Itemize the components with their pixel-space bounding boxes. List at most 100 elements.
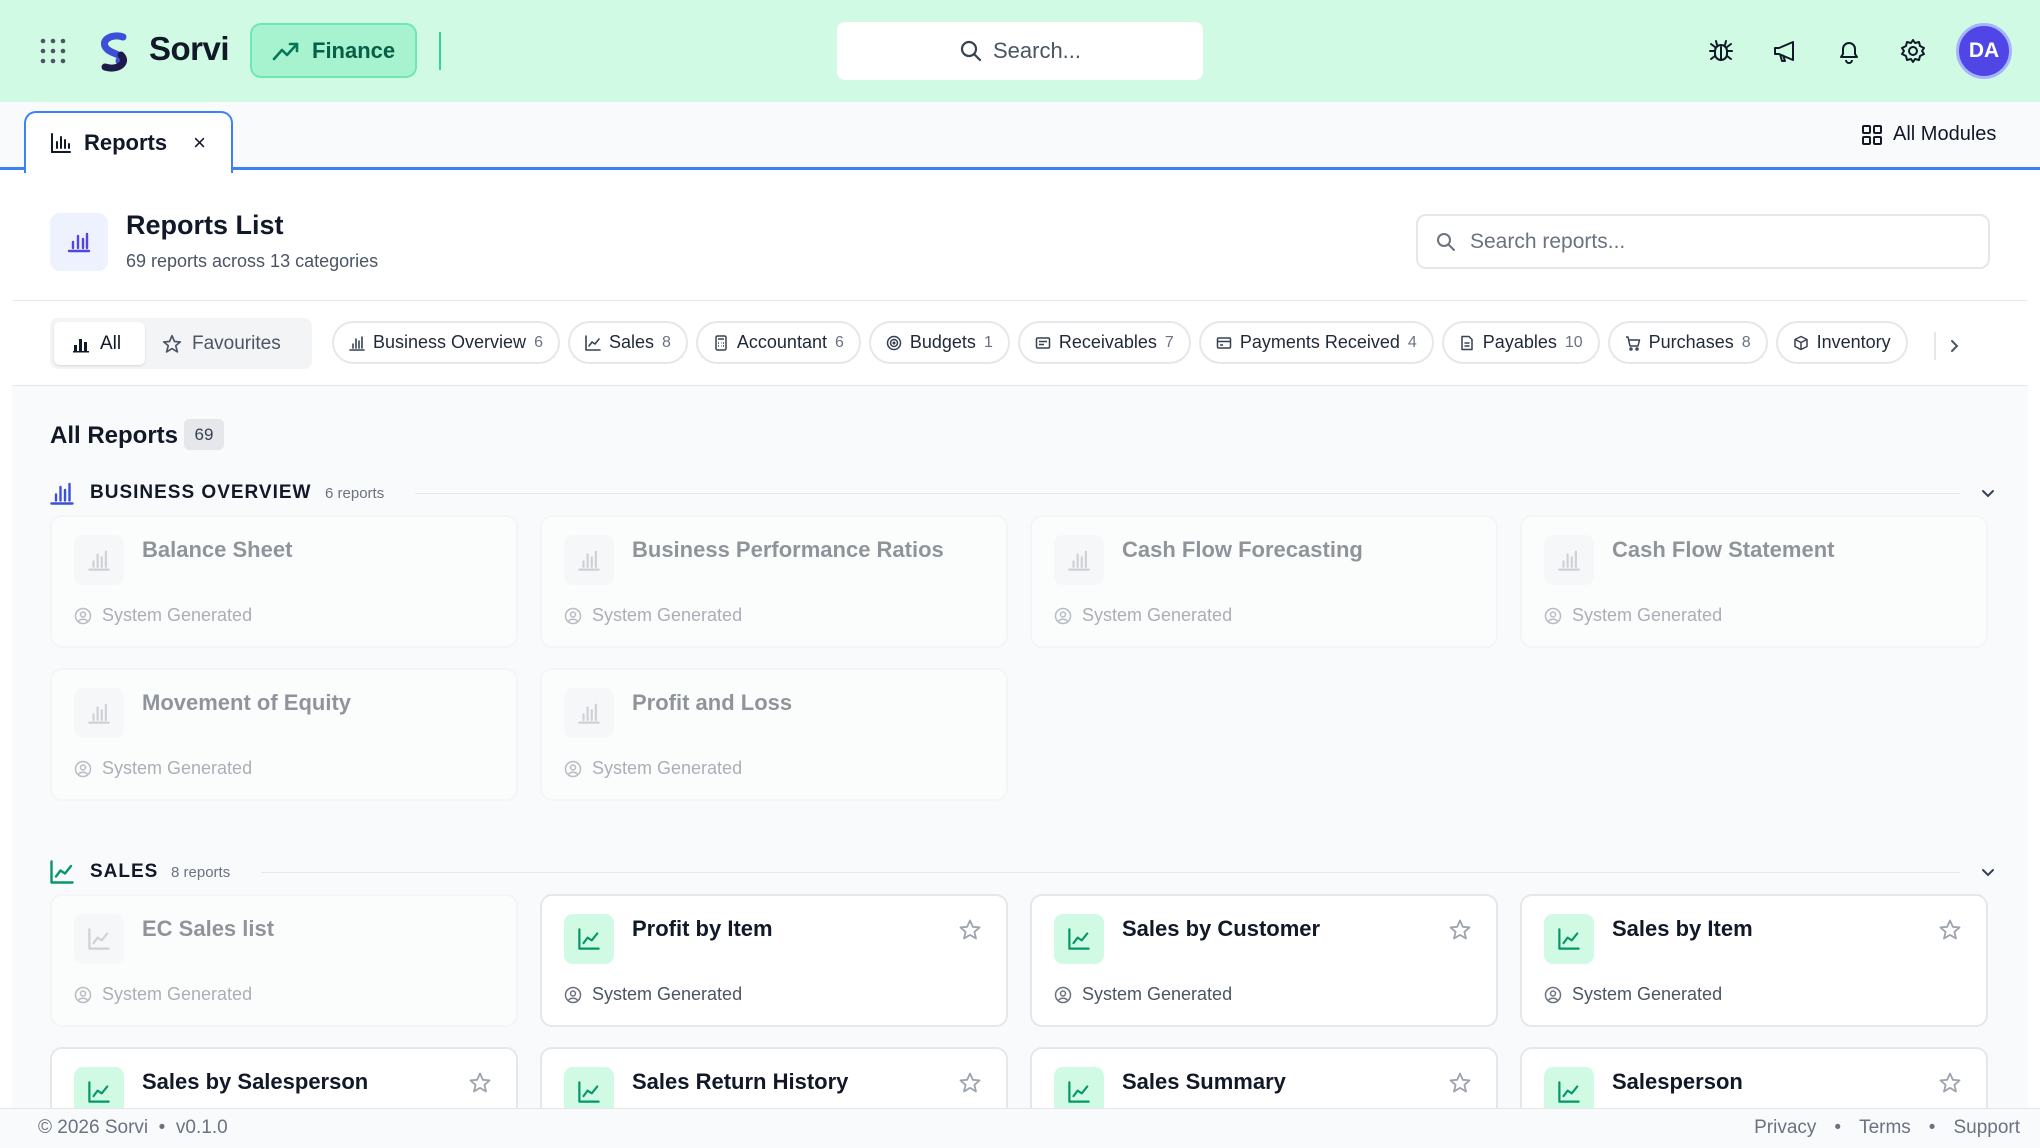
bell-icon[interactable] xyxy=(1835,37,1863,65)
favourite-star-icon[interactable] xyxy=(468,1071,492,1095)
report-source: System Generated xyxy=(564,605,742,626)
category-chip[interactable]: Payables 10 xyxy=(1441,321,1600,364)
section-header: SALES 8 reports xyxy=(50,858,2000,888)
copyright: © 2026 Sorvi xyxy=(38,1117,149,1138)
bar-chart-icon xyxy=(50,481,74,505)
dot-separator: • xyxy=(1928,1117,1936,1138)
category-chip-count: 10 xyxy=(1564,333,1583,351)
category-chip-label: Business Overview xyxy=(373,332,527,352)
report-title: Profit and Loss xyxy=(632,690,793,715)
report-card[interactable]: Sales SummarySystem Generated xyxy=(1030,1047,1498,1108)
close-tab-icon[interactable]: × xyxy=(193,130,206,156)
category-chip[interactable]: Receivables 7 xyxy=(1017,321,1191,364)
user-circle-icon xyxy=(564,607,582,625)
chevron-down-icon[interactable] xyxy=(1976,481,2000,505)
favourite-star-icon[interactable] xyxy=(1938,1071,1962,1095)
category-chip[interactable]: Sales 8 xyxy=(567,321,688,364)
favourite-star-icon[interactable] xyxy=(1938,918,1962,942)
report-trend-chart-icon xyxy=(74,914,124,964)
report-card[interactable]: Sales Return HistorySystem Generated xyxy=(540,1047,1008,1108)
report-source: System Generated xyxy=(564,984,742,1005)
gear-icon[interactable] xyxy=(1899,37,1927,65)
report-source: System Generated xyxy=(74,758,252,779)
top-bar: Sorvi Finance Search... DA xyxy=(0,0,2040,102)
report-trend-chart-icon xyxy=(1054,1067,1104,1108)
apps-grid-icon[interactable] xyxy=(38,36,68,66)
chevron-down-icon[interactable] xyxy=(1976,860,2000,884)
report-card[interactable]: Sales by SalespersonSystem Generated xyxy=(50,1047,518,1108)
dot-separator: • xyxy=(153,1117,171,1138)
user-circle-icon xyxy=(74,607,92,625)
card-icon xyxy=(1216,335,1232,351)
filter-favourites-label: Favourites xyxy=(192,332,281,354)
all-modules-button[interactable]: All Modules xyxy=(1861,123,1996,146)
category-chip-label: Payments Received xyxy=(1239,332,1400,352)
category-chip-count: 4 xyxy=(1407,333,1417,351)
favourite-star-icon[interactable] xyxy=(958,1071,982,1095)
global-search-input[interactable]: Search... xyxy=(837,22,1203,80)
chevron-right-icon[interactable] xyxy=(1934,332,1962,360)
box-icon xyxy=(1793,335,1809,351)
reports-search-input[interactable]: Search reports... xyxy=(1416,214,1990,269)
modules-grid-icon xyxy=(1861,124,1883,146)
category-chip[interactable]: Purchases 8 xyxy=(1607,321,1768,364)
terms-link[interactable]: Terms xyxy=(1859,1117,1911,1139)
search-icon xyxy=(959,39,983,63)
filter-favourites-button[interactable]: Favourites xyxy=(162,322,281,365)
user-avatar[interactable]: DA xyxy=(1956,23,2012,79)
calculator-icon xyxy=(713,334,729,351)
report-card[interactable]: Sales by Customer System Generated xyxy=(1030,894,1498,1027)
category-chip[interactable]: Budgets 1 xyxy=(868,321,1010,364)
search-icon xyxy=(1436,232,1456,252)
megaphone-icon[interactable] xyxy=(1771,37,1799,65)
report-trend-chart-icon xyxy=(1544,1067,1594,1108)
category-chip[interactable]: Inventory xyxy=(1775,321,1908,364)
report-title: Balance Sheet xyxy=(142,537,293,562)
privacy-link[interactable]: Privacy xyxy=(1754,1117,1816,1139)
report-source-label: System Generated xyxy=(592,984,743,1004)
category-chip-label: Sales xyxy=(608,332,654,352)
report-trend-chart-icon xyxy=(1054,914,1104,964)
report-card[interactable]: SalespersonSystem Generated xyxy=(1520,1047,1988,1108)
category-chip-count: 8 xyxy=(662,333,671,351)
brand-name[interactable]: Sorvi xyxy=(149,30,230,68)
bar-chart-icon xyxy=(72,335,90,353)
footer-links: Privacy • Terms • Support xyxy=(1754,1117,2020,1139)
document-icon xyxy=(1459,335,1475,351)
report-card: Movement of Equity System Generated xyxy=(50,668,518,801)
category-chip[interactable]: Payments Received 4 xyxy=(1198,321,1434,364)
favourite-star-icon[interactable] xyxy=(958,918,982,942)
report-title: Sales by Customer xyxy=(1122,916,1321,941)
section-divider xyxy=(261,872,1960,873)
reports-list: All Reports 69 BUSINESS OVERVIEW 6 report… xyxy=(12,386,2028,1108)
support-link[interactable]: Support xyxy=(1953,1117,2020,1139)
report-bar-chart-icon xyxy=(1054,535,1104,585)
favourite-star-icon[interactable] xyxy=(1448,1071,1472,1095)
user-circle-icon xyxy=(74,986,92,1004)
report-title: Cash Flow Forecasting xyxy=(1122,537,1363,562)
receipt-icon xyxy=(1035,335,1051,351)
report-card: Cash Flow Statement System Generated xyxy=(1520,515,1988,648)
category-chip[interactable]: Accountant 6 xyxy=(695,321,861,364)
tab-reports[interactable]: Reports × xyxy=(24,111,233,173)
section-header: BUSINESS OVERVIEW 6 reports xyxy=(50,479,2000,509)
filter-all-label: All xyxy=(100,332,122,354)
report-source: System Generated xyxy=(1054,605,1232,626)
reports-header-icon xyxy=(50,213,108,271)
category-chips: Business Overview 6 Sales 8 Accountant 6 Budge… xyxy=(332,321,1918,366)
category-chip[interactable]: Business Overview 6 xyxy=(332,321,560,364)
favourite-star-icon[interactable] xyxy=(1448,918,1472,942)
filter-all-button[interactable]: All xyxy=(54,322,145,365)
user-circle-icon xyxy=(564,986,582,1004)
report-title: Sales by Salesperson xyxy=(142,1069,369,1094)
footer-left: © 2026 Sorvi • v0.1.0 xyxy=(38,1117,228,1139)
report-bar-chart-icon xyxy=(564,688,614,738)
bug-icon[interactable] xyxy=(1707,37,1735,65)
report-card[interactable]: Sales by Item System Generated xyxy=(1520,894,1988,1027)
report-card: Profit and Loss System Generated xyxy=(540,668,1008,801)
module-switcher-button[interactable]: Finance xyxy=(250,23,417,78)
report-source-label: System Generated xyxy=(592,605,743,625)
category-chip-count: 6 xyxy=(534,333,543,351)
report-source: System Generated xyxy=(74,605,252,626)
report-card[interactable]: Profit by Item System Generated xyxy=(540,894,1008,1027)
